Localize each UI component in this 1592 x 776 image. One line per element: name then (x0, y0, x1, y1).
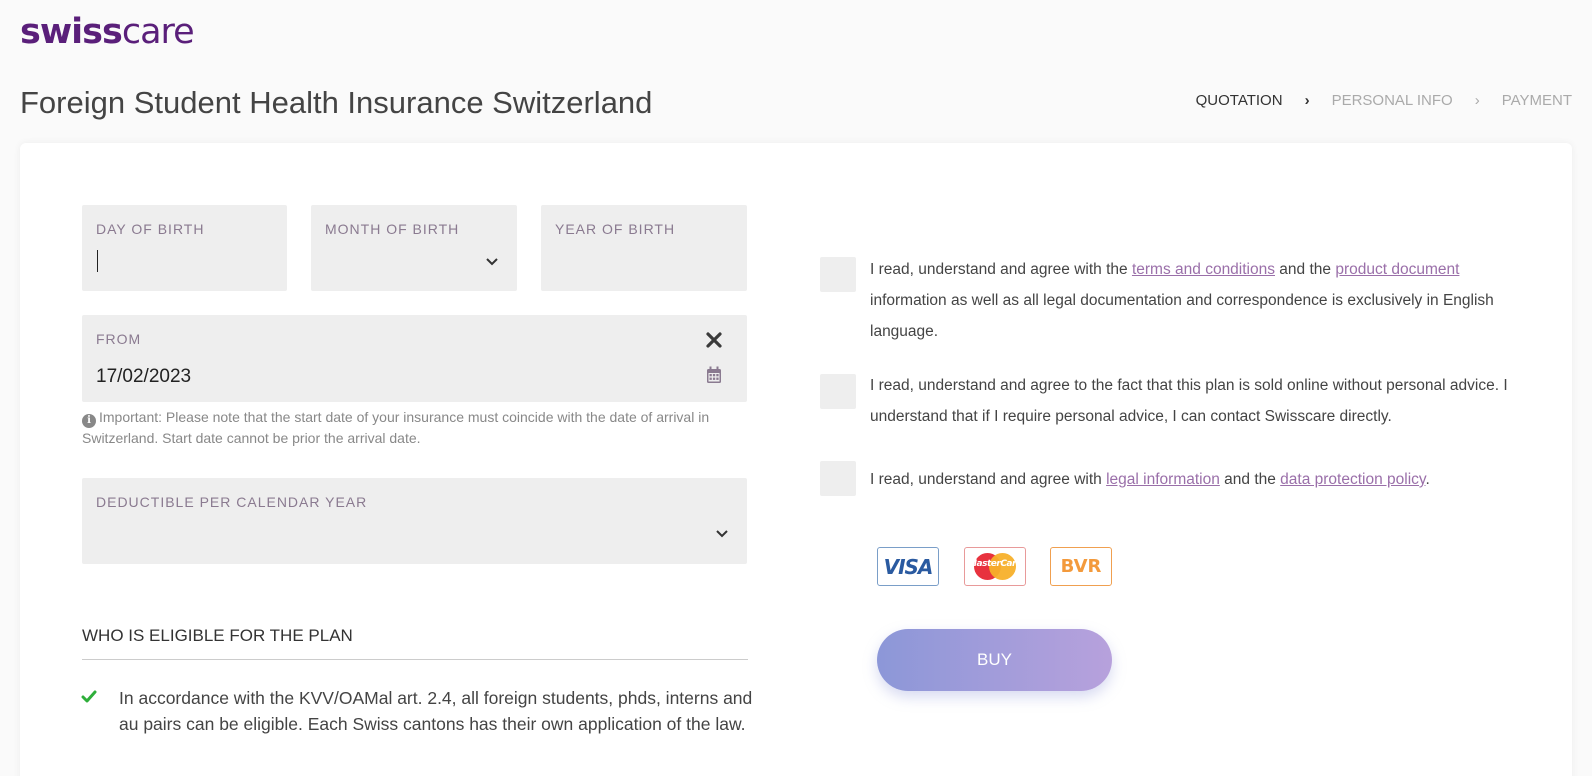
agreement-text-part: information as well as all legal documen… (870, 292, 1494, 340)
step-quotation[interactable]: QUOTATION (1196, 90, 1283, 112)
visa-logo-text: VISA (883, 554, 934, 579)
year-of-birth-label: YEAR OF BIRTH (555, 221, 676, 237)
chevron-down-icon (486, 258, 498, 266)
terms-checkbox[interactable] (820, 257, 856, 292)
agreement-text-part: I read, understand and agree with the (870, 261, 1132, 278)
data-protection-policy-link[interactable]: data protection policy (1280, 471, 1425, 488)
mastercard-logo-text: MasterCard (968, 559, 1022, 569)
bvr-logo-text: BVR (1060, 556, 1102, 577)
from-label: FROM (96, 331, 142, 347)
clear-icon[interactable] (706, 332, 722, 348)
month-of-birth-label: MONTH OF BIRTH (325, 221, 460, 237)
step-personal-info[interactable]: PERSONAL INFO (1332, 90, 1453, 112)
deductible-label: DEDUCTIBLE PER CALENDAR YEAR (96, 494, 368, 510)
deductible-select[interactable]: DEDUCTIBLE PER CALENDAR YEAR (82, 478, 747, 564)
calendar-icon[interactable] (706, 366, 722, 384)
advice-agreement-text: I read, understand and agree to the fact… (870, 377, 1508, 425)
chevron-right-icon: › (1304, 92, 1310, 109)
checkmark-icon (81, 690, 97, 703)
year-of-birth-field[interactable]: YEAR OF BIRTH (541, 205, 747, 291)
note-text: Important: Please note that the start da… (82, 409, 710, 446)
buy-button[interactable]: BUY (877, 629, 1112, 691)
eligibility-title: WHO IS ELIGIBLE FOR THE PLAN (82, 626, 353, 645)
logo-part-2: care (121, 12, 195, 52)
chevron-down-icon (716, 530, 728, 538)
step-payment[interactable]: PAYMENT (1502, 90, 1572, 112)
info-icon: i (82, 414, 96, 428)
from-date-field[interactable]: FROM 17/02/2023 (82, 315, 747, 402)
start-date-note: i Important: Please note that the start d… (82, 407, 752, 448)
logo-part-1: swiss (20, 12, 123, 52)
visa-logo: VISA (877, 547, 939, 586)
text-cursor (97, 250, 98, 272)
legal-checkbox[interactable] (820, 461, 856, 496)
legal-agreement-text: I read, understand and agree with legal … (870, 464, 1510, 495)
product-document-link[interactable]: product document (1335, 261, 1459, 278)
legal-information-link[interactable]: legal information (1106, 471, 1220, 488)
month-of-birth-select[interactable]: MONTH OF BIRTH (311, 205, 517, 291)
day-of-birth-label: DAY OF BIRTH (96, 221, 205, 237)
divider (82, 659, 748, 660)
agreement-text-part: and the (1219, 471, 1281, 488)
checkout-steps: QUOTATION › PERSONAL INFO › PAYMENT (1196, 90, 1572, 112)
eligibility-item: In accordance with the KVV/OAMal art. 2.… (119, 688, 753, 734)
terms-and-conditions-link[interactable]: terms and conditions (1132, 261, 1275, 278)
terms-agreement-text: I read, understand and agree with the te… (870, 254, 1510, 347)
agreement-text-part: and the (1275, 261, 1336, 278)
agreement-text-part: I read, understand and agree with (870, 471, 1107, 488)
from-date-value: 17/02/2023 (96, 366, 192, 387)
day-of-birth-field[interactable]: DAY OF BIRTH (82, 205, 287, 291)
mastercard-icon: MasterCard (967, 550, 1023, 583)
chevron-right-icon: › (1474, 92, 1480, 109)
agreement-text-part: . (1425, 471, 1430, 488)
advice-checkbox[interactable] (820, 374, 856, 409)
mastercard-logo: MasterCard (964, 547, 1026, 586)
swisscare-logo[interactable]: swisscare (20, 10, 195, 54)
page-title: Foreign Student Health Insurance Switzer… (20, 85, 653, 120)
bvr-logo: BVR (1050, 547, 1112, 586)
